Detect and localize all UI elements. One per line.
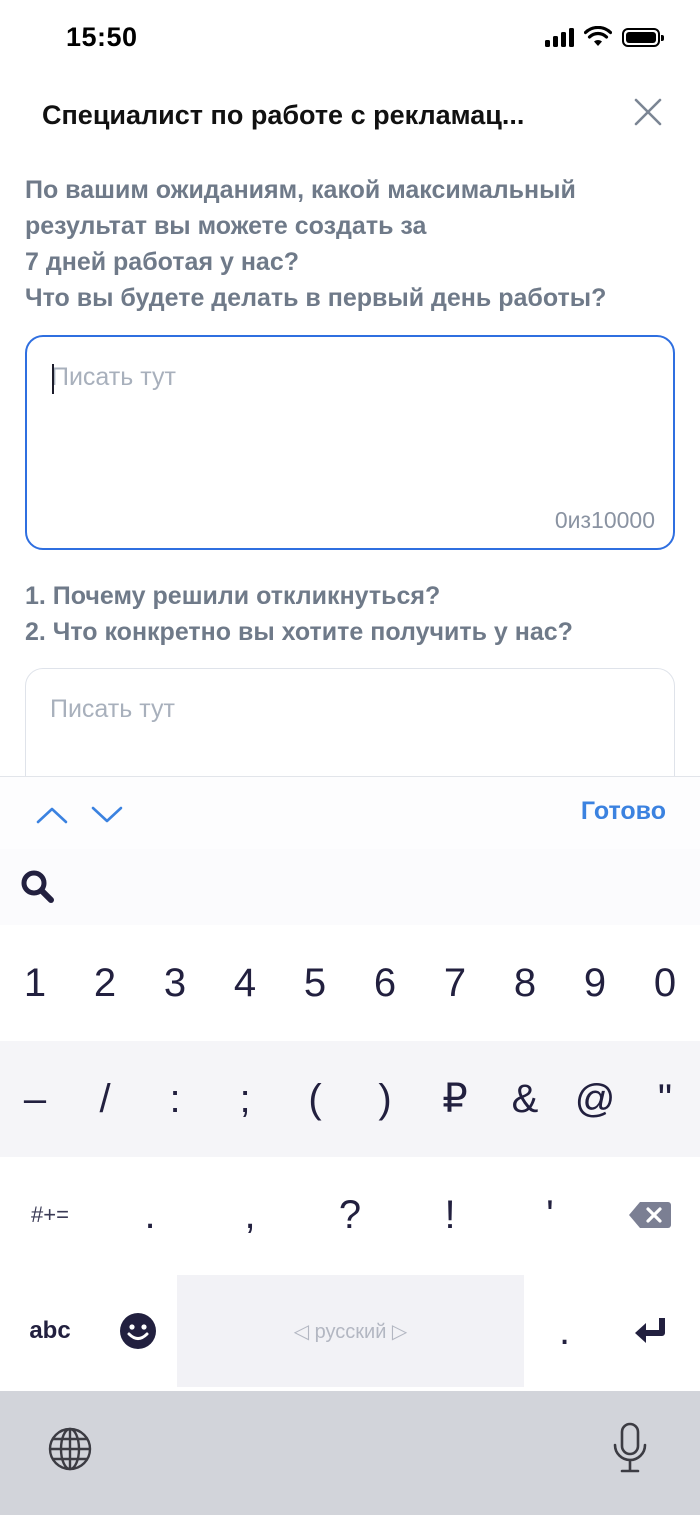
- question-2-text: 1. Почему решили откликнуться? 2. Что ко…: [25, 578, 573, 650]
- key-close-paren[interactable]: ): [350, 1041, 420, 1157]
- search-icon[interactable]: [18, 867, 58, 907]
- key-exclamation[interactable]: !: [400, 1157, 500, 1273]
- punctuation-key-row: #+= . , ? ! ': [0, 1157, 700, 1273]
- question-1-text: По вашим ожиданиям, какой максимальный р…: [25, 172, 606, 316]
- key-slash[interactable]: /: [70, 1041, 140, 1157]
- next-field-button[interactable]: [89, 797, 125, 833]
- space-key[interactable]: ◁ русский ▷: [177, 1275, 524, 1387]
- key-apostrophe[interactable]: ': [500, 1157, 600, 1273]
- battery-icon: [622, 27, 664, 47]
- key-semicolon[interactable]: ;: [210, 1041, 280, 1157]
- keyboard-system-bar: [0, 1391, 700, 1515]
- key-at[interactable]: @: [560, 1041, 630, 1157]
- key-ampersand[interactable]: &: [490, 1041, 560, 1157]
- wifi-icon: [584, 26, 612, 46]
- key-dot[interactable]: .: [527, 1273, 602, 1389]
- chevron-down-icon: [91, 806, 123, 823]
- close-button[interactable]: [628, 92, 668, 132]
- key-dash[interactable]: –: [0, 1041, 70, 1157]
- keyboard: Готово 1 2 3 4 5 6 7 8 9 0 – / : ; ( ) ₽…: [0, 776, 700, 1515]
- key-period[interactable]: .: [100, 1157, 200, 1273]
- symbol-key-row: – / : ; ( ) ₽ & @ ": [0, 1041, 700, 1157]
- key-open-paren[interactable]: (: [280, 1041, 350, 1157]
- previous-field-button[interactable]: [34, 797, 70, 833]
- key-3[interactable]: 3: [140, 925, 210, 1041]
- key-ruble[interactable]: ₽: [420, 1041, 490, 1157]
- key-question[interactable]: ?: [300, 1157, 400, 1273]
- digit-key-row: 1 2 3 4 5 6 7 8 9 0: [0, 925, 700, 1041]
- done-button[interactable]: Готово: [581, 797, 666, 826]
- backspace-key[interactable]: [600, 1157, 700, 1273]
- emoji-icon: [119, 1313, 156, 1349]
- status-time: 15:50: [66, 22, 138, 52]
- microphone-icon[interactable]: [610, 1421, 650, 1477]
- answer-1-input[interactable]: [51, 363, 641, 503]
- key-more-symbols[interactable]: #+=: [0, 1157, 100, 1273]
- text-caret: [52, 364, 54, 394]
- question-line: 7 дней работая у нас?: [25, 248, 300, 276]
- chevron-up-icon: [36, 807, 68, 824]
- question-line: результат вы можете создать за: [25, 212, 427, 240]
- key-colon[interactable]: :: [140, 1041, 210, 1157]
- cellular-signal-icon: [545, 27, 574, 47]
- question-line: По вашим ожиданиям, какой максимальный: [25, 176, 576, 204]
- return-icon: [635, 1318, 665, 1343]
- close-icon: [634, 98, 662, 126]
- globe-icon[interactable]: [46, 1425, 94, 1473]
- bottom-key-row: abc ◁ русский ▷ .: [0, 1273, 700, 1391]
- question-line: Что вы будете делать в первый день работ…: [25, 284, 607, 312]
- return-key[interactable]: [602, 1273, 700, 1389]
- question-line: 1. Почему решили откликнуться?: [25, 582, 441, 610]
- key-1[interactable]: 1: [0, 925, 70, 1041]
- key-7[interactable]: 7: [420, 925, 490, 1041]
- page-title: Специалист по работе с рекламац...: [42, 100, 525, 130]
- keyboard-toolbar: Готово: [0, 777, 700, 849]
- character-counter: 0из10000: [554, 507, 655, 533]
- answer-1-field[interactable]: 0из10000: [25, 335, 675, 550]
- key-5[interactable]: 5: [280, 925, 350, 1041]
- key-8[interactable]: 8: [490, 925, 560, 1041]
- emoji-key[interactable]: [100, 1273, 175, 1389]
- key-quote[interactable]: ": [630, 1041, 700, 1157]
- abc-key[interactable]: abc: [0, 1273, 100, 1389]
- key-comma[interactable]: ,: [200, 1157, 300, 1273]
- status-icons: [545, 26, 664, 48]
- backspace-icon: [629, 1202, 671, 1228]
- key-4[interactable]: 4: [210, 925, 280, 1041]
- question-line: 2. Что конкретно вы хотите получить у на…: [25, 618, 573, 646]
- key-9[interactable]: 9: [560, 925, 630, 1041]
- key-2[interactable]: 2: [70, 925, 140, 1041]
- key-0[interactable]: 0: [630, 925, 700, 1041]
- key-6[interactable]: 6: [350, 925, 420, 1041]
